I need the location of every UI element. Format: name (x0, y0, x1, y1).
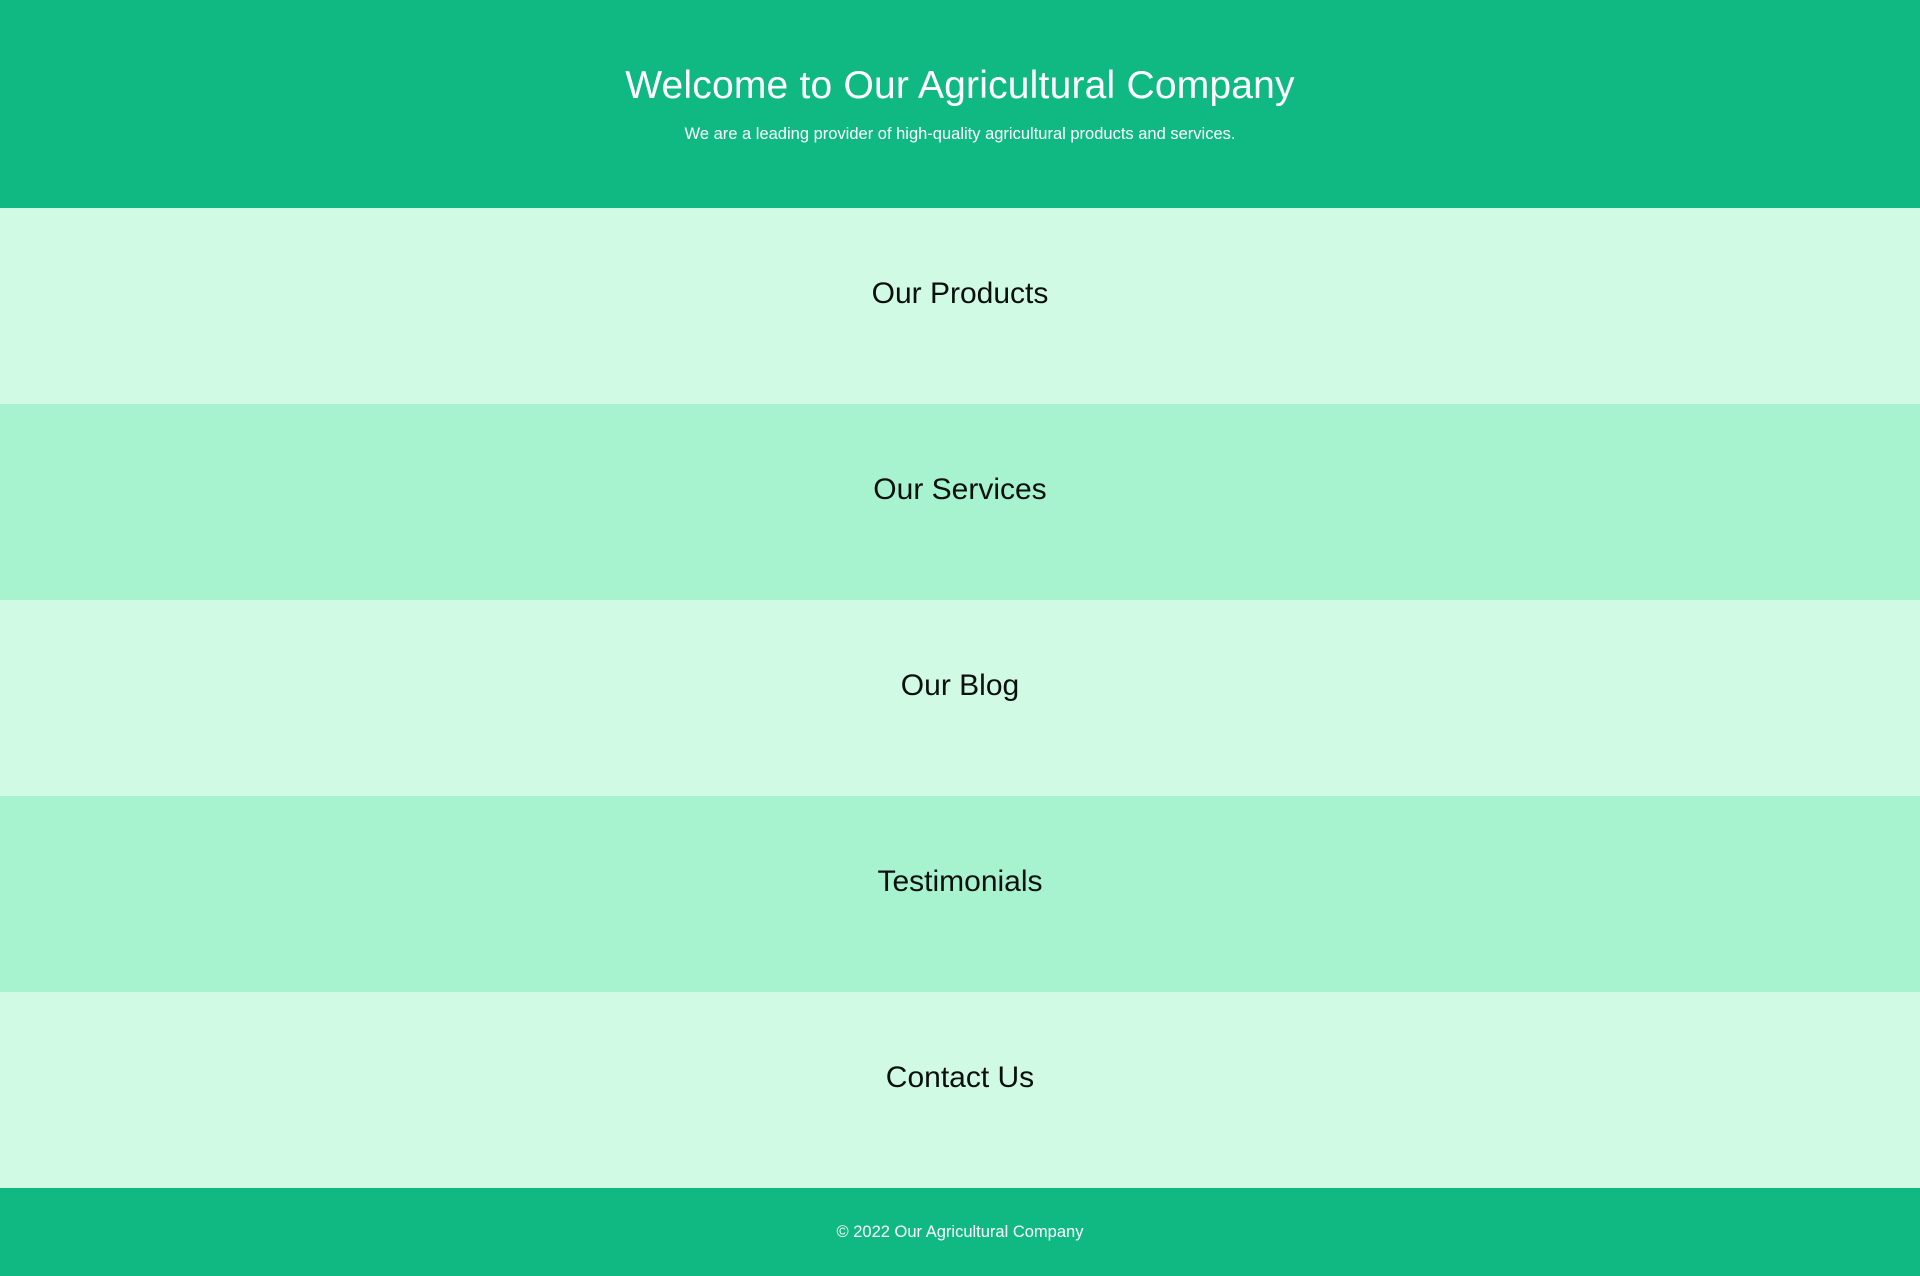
section-heading-testimonials: Testimonials (877, 865, 1043, 898)
page-subtitle: We are a leading provider of high-qualit… (684, 125, 1236, 143)
copyright-text: © 2022 Our Agricultural Company (836, 1223, 1084, 1241)
site-header: Welcome to Our Agricultural Company We a… (0, 0, 1920, 208)
page-title: Welcome to Our Agricultural Company (625, 64, 1295, 107)
section-contact: Contact Us (0, 992, 1920, 1188)
section-heading-contact: Contact Us (885, 1061, 1035, 1094)
site-footer: © 2022 Our Agricultural Company (0, 1188, 1920, 1276)
section-heading-products: Our Products (871, 277, 1049, 310)
section-heading-services: Our Services (873, 473, 1047, 506)
section-heading-blog: Our Blog (900, 669, 1020, 702)
section-services: Our Services (0, 404, 1920, 600)
section-blog: Our Blog (0, 600, 1920, 796)
section-products: Our Products (0, 208, 1920, 404)
section-testimonials: Testimonials (0, 796, 1920, 992)
